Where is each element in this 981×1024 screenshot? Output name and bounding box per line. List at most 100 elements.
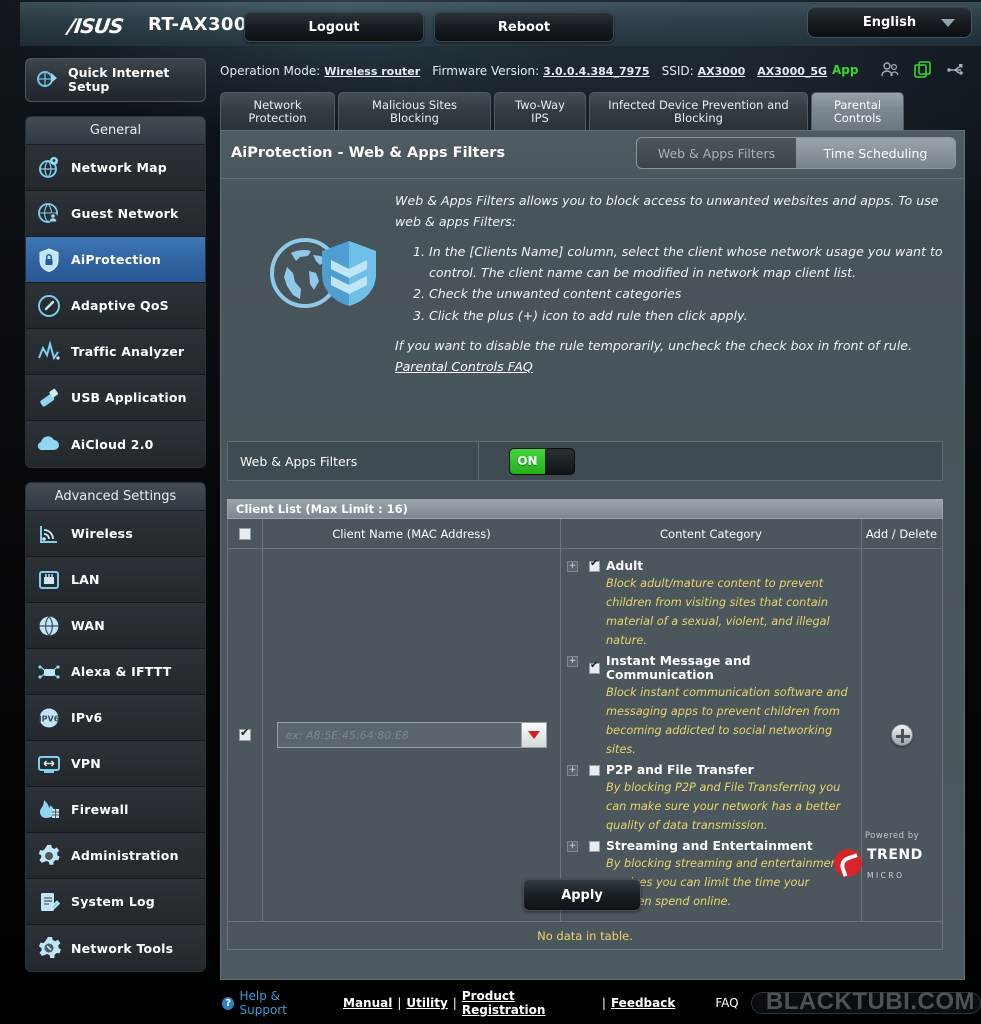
sidebar-item-adaptive-qos[interactable]: Adaptive QoS — [26, 283, 205, 329]
category-checkbox[interactable] — [589, 840, 600, 852]
toggle-state-label: ON — [510, 448, 545, 474]
apply-button[interactable]: Apply — [523, 879, 641, 911]
lan-icon — [35, 566, 63, 594]
powered-by-label: Powered by — [864, 831, 920, 841]
subtab-web-apps-filters[interactable]: Web & Apps Filters — [637, 138, 796, 168]
category-checkbox[interactable] — [589, 764, 600, 776]
add-rule-button[interactable] — [890, 724, 913, 746]
trend-wordmark: TREND MICRO — [867, 844, 923, 882]
sidebar-item-system-log[interactable]: System Log — [26, 879, 205, 925]
quick-internet-setup-button[interactable]: Quick Internet Setup — [25, 58, 206, 102]
tab-malicious-sites-blocking[interactable]: Malicious Sites Blocking — [338, 92, 491, 130]
client-mac-input[interactable]: ex: A8:5E:45:64:80:E8 — [276, 722, 547, 748]
expand-icon[interactable]: + — [567, 841, 578, 852]
sidebar-item-vpn[interactable]: VPN — [26, 741, 205, 787]
firmware-label: Firmware Version: — [432, 64, 540, 78]
sidebar-item-ipv6[interactable]: IPV6 IPv6 — [26, 695, 205, 741]
tab-two-way-ips[interactable]: Two-Way IPS — [494, 92, 586, 130]
sidebar-label: VPN — [71, 756, 101, 771]
sidebar-item-lan[interactable]: LAN — [26, 557, 205, 603]
sidebar-item-alexa-ifttt[interactable]: Alexa & IFTTT — [26, 649, 205, 695]
category-title-row[interactable]: P2P and File Transfer — [589, 763, 855, 777]
tab-network-protection[interactable]: Network Protection — [220, 92, 335, 130]
help-support-label[interactable]: Help & Support — [239, 989, 327, 1017]
web-apps-filters-toggle[interactable]: ON — [509, 447, 575, 475]
row-select-cell[interactable] — [228, 549, 263, 921]
category-p2p-file-transfer: + P2P and File Transfer By blocking P2P … — [567, 763, 855, 835]
sidebar-item-usb-application[interactable]: USB Application — [26, 375, 205, 421]
trend-logo-row: TREND MICRO — [834, 844, 950, 882]
logout-button[interactable]: Logout — [244, 12, 424, 42]
ipv6-icon: IPV6 — [35, 704, 63, 732]
sidebar-item-aiprotection[interactable]: AiProtection — [26, 237, 205, 283]
sidebar-item-traffic-analyzer[interactable]: Traffic Analyzer — [26, 329, 205, 375]
sidebar-item-wan[interactable]: WAN — [26, 603, 205, 649]
panel-header: AiProtection - Web & Apps Filters Web & … — [221, 131, 964, 179]
subtab-time-scheduling[interactable]: Time Scheduling — [796, 138, 955, 168]
sidebar-label: IPv6 — [71, 710, 103, 725]
category-checkbox[interactable] — [589, 558, 600, 572]
app-link[interactable]: App — [832, 63, 858, 77]
toggle-knob[interactable] — [544, 448, 574, 474]
sidebar-item-aicloud[interactable]: AiCloud 2.0 — [26, 421, 205, 467]
sidebar-item-firewall[interactable]: Firewall — [26, 787, 205, 833]
category-title-row[interactable]: Streaming and Entertainment — [589, 839, 855, 853]
operation-mode-value[interactable]: Wireless router — [324, 65, 420, 78]
sidebar-label: AiCloud 2.0 — [71, 436, 154, 452]
wireless-icon — [35, 520, 63, 548]
globe-shield-icon — [261, 227, 381, 319]
router-admin-page: /ISUS RT-AX3000 Logout Reboot English Op… — [0, 0, 981, 1024]
quick-setup-label: Quick Internet Setup — [68, 65, 170, 94]
expand-icon[interactable]: + — [567, 561, 578, 572]
tab-infected-device-prevention[interactable]: Infected Device Prevention and Blocking — [589, 92, 808, 130]
cloud-icon — [35, 430, 63, 458]
clone-windows-icon[interactable] — [913, 60, 933, 80]
users-icon[interactable] — [880, 60, 900, 80]
category-description: By blocking P2P and File Transferring yo… — [606, 781, 841, 832]
trend-name: TREND — [867, 847, 923, 863]
ssid-5g-value[interactable]: AX3000_5G — [757, 65, 827, 78]
category-title-row[interactable]: Adult — [589, 558, 855, 573]
sidebar-item-wireless[interactable]: Wireless — [26, 511, 205, 557]
guest-network-icon — [35, 200, 63, 228]
vpn-icon — [35, 750, 63, 778]
client-dropdown-button[interactable] — [520, 722, 547, 748]
sidebar-item-network-map[interactable]: Network Map — [26, 145, 205, 191]
tab-parental-controls[interactable]: Parental Controls — [811, 92, 904, 130]
help-icon[interactable]: ? — [222, 996, 235, 1010]
footer-link-feedback[interactable]: Feedback — [611, 996, 675, 1010]
switch-cell: ON — [478, 442, 942, 480]
footer-faq-label[interactable]: FAQ — [715, 996, 738, 1010]
empty-table-message: No data in table. — [227, 922, 943, 950]
description-steps: In the [Clients Name] column, select the… — [429, 242, 950, 326]
language-selector[interactable]: English — [807, 6, 972, 38]
chart-icon — [35, 338, 63, 366]
firmware-value[interactable]: 3.0.0.4.384_7975 — [543, 65, 649, 78]
category-title-row[interactable]: Instant Message and Communication — [589, 654, 855, 682]
footer-link-product-registration[interactable]: Product Registration — [462, 989, 597, 1017]
top-bar: /ISUS RT-AX3000 Logout Reboot English — [20, 0, 981, 48]
content-panel: AiProtection - Web & Apps Filters Web & … — [220, 130, 965, 980]
sidebar-item-network-tools[interactable]: Network Tools — [26, 925, 205, 971]
row-checkbox[interactable] — [239, 726, 251, 741]
log-icon — [35, 888, 63, 916]
category-name: Streaming and Entertainment — [606, 839, 813, 853]
quick-setup-icon — [34, 66, 62, 94]
sidebar-item-administration[interactable]: Administration — [26, 833, 205, 879]
reboot-button[interactable]: Reboot — [434, 12, 614, 42]
parental-controls-faq-link[interactable]: Parental Controls FAQ — [395, 359, 533, 374]
usb-icon[interactable] — [946, 60, 966, 80]
expand-icon[interactable]: + — [567, 765, 578, 776]
select-all-cell[interactable] — [228, 519, 263, 548]
ssid-2g-value[interactable]: AX3000 — [698, 65, 746, 78]
category-name: P2P and File Transfer — [606, 763, 754, 777]
footer-link-manual[interactable]: Manual — [343, 996, 392, 1010]
select-all-checkbox[interactable] — [239, 527, 251, 540]
expand-icon[interactable]: + — [567, 656, 578, 667]
sidebar-item-guest-network[interactable]: Guest Network — [26, 191, 205, 237]
category-checkbox[interactable] — [589, 660, 600, 674]
network-map-icon — [35, 154, 63, 182]
client-list-header: Client List (Max Limit : 16) — [227, 499, 943, 519]
footer-link-utility[interactable]: Utility — [406, 996, 447, 1010]
sidebar-label: USB Application — [71, 390, 187, 405]
